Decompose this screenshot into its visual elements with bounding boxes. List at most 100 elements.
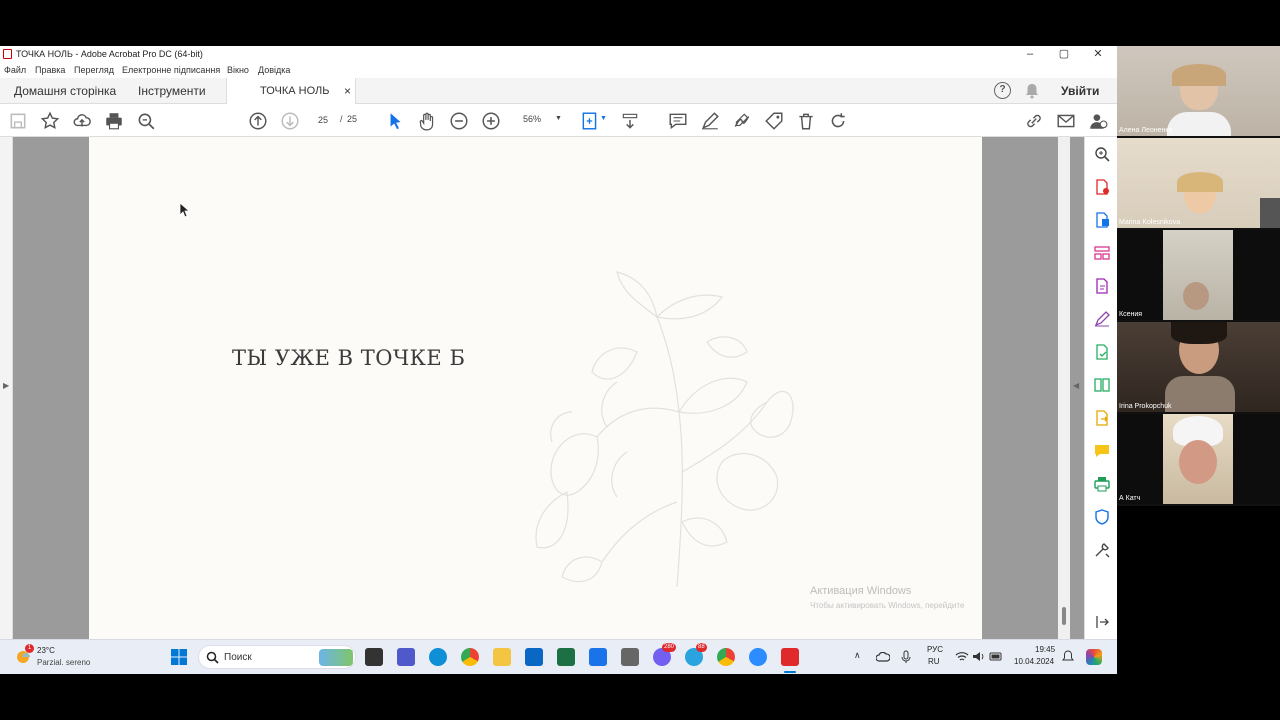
expand-left-panel-icon[interactable]: ▶ xyxy=(3,381,9,390)
participant-face xyxy=(1179,440,1217,484)
participant-shirt xyxy=(1167,112,1231,136)
microsoft-store-icon[interactable] xyxy=(525,648,543,666)
draw-sign-icon[interactable] xyxy=(732,111,752,131)
print-icon[interactable] xyxy=(104,111,124,131)
save-icon[interactable] xyxy=(8,111,28,131)
collapse-tools-icon[interactable] xyxy=(1093,613,1111,631)
participant-tile[interactable]: Ксения xyxy=(1117,230,1280,320)
microphone-icon[interactable] xyxy=(901,650,911,664)
sign-in-button[interactable]: Увійти xyxy=(1061,84,1099,98)
mouse-cursor-icon xyxy=(179,202,191,218)
comment-tool-icon[interactable] xyxy=(1093,442,1111,460)
copilot-icon[interactable] xyxy=(1086,649,1102,665)
menu-window[interactable]: Вікно xyxy=(227,65,249,75)
edge-browser-icon[interactable] xyxy=(429,648,447,666)
notes-app-icon[interactable] xyxy=(589,648,607,666)
participant-tile[interactable]: А Катч xyxy=(1117,414,1280,504)
zoom-in-icon[interactable] xyxy=(481,111,501,131)
file-explorer-icon[interactable] xyxy=(493,648,511,666)
menu-edit[interactable]: Правка xyxy=(35,65,65,75)
bookmark-star-icon[interactable] xyxy=(40,111,60,131)
delete-trash-icon[interactable] xyxy=(796,111,816,131)
maximize-button[interactable]: ▢ xyxy=(1047,46,1081,63)
rotate-icon[interactable] xyxy=(828,111,848,131)
left-panel-collapsed[interactable]: ▶ xyxy=(0,137,13,639)
highlight-pen-icon[interactable] xyxy=(700,111,720,131)
menu-file[interactable]: Файл xyxy=(4,65,26,75)
input-language-bottom[interactable]: RU xyxy=(928,657,940,666)
zoom-level-select[interactable]: 56% xyxy=(523,114,541,124)
compare-files-icon[interactable] xyxy=(1093,376,1111,394)
tab-document[interactable]: ТОЧКА НОЛЬ × xyxy=(226,78,356,104)
page-number-input[interactable]: 25 xyxy=(312,114,334,126)
wifi-icon[interactable] xyxy=(955,651,969,662)
participant-tile[interactable]: Marina Kolesnikova xyxy=(1117,138,1280,228)
tab-tools[interactable]: Інструменти xyxy=(138,78,206,104)
fit-dropdown-icon[interactable]: ▼ xyxy=(600,115,607,122)
hand-tool-icon[interactable] xyxy=(417,111,437,131)
zoom-search-tool-icon[interactable] xyxy=(1093,145,1111,163)
protect-shield-icon[interactable] xyxy=(1093,508,1111,526)
tray-overflow-icon[interactable]: ∧ xyxy=(854,650,861,661)
windows-start-icon[interactable] xyxy=(170,648,188,666)
close-window-button[interactable]: ✕ xyxy=(1081,46,1115,63)
participant-tile[interactable]: Алена Леоненко xyxy=(1117,46,1280,136)
acrobat-taskbar-icon[interactable] xyxy=(781,648,799,666)
scrollbar-thumb[interactable] xyxy=(1062,607,1066,625)
excel-icon[interactable] xyxy=(557,648,575,666)
scroll-mode-icon[interactable] xyxy=(620,111,640,131)
menu-view[interactable]: Перегляд xyxy=(74,65,114,75)
participant-name: А Катч xyxy=(1119,495,1141,502)
onedrive-cloud-icon[interactable] xyxy=(876,652,890,662)
notification-center-icon[interactable] xyxy=(1062,650,1074,664)
notification-bell-icon[interactable] xyxy=(1024,83,1040,99)
minimize-button[interactable]: – xyxy=(1013,46,1047,63)
organize-pages-icon[interactable] xyxy=(1093,244,1111,262)
collapse-right-panel-icon[interactable]: ◀ xyxy=(1073,381,1079,390)
stamp-tag-icon[interactable] xyxy=(764,111,784,131)
print-production-icon[interactable] xyxy=(1093,475,1111,493)
battery-icon[interactable] xyxy=(989,651,1003,662)
select-cursor-icon[interactable] xyxy=(385,111,405,131)
weather-widget[interactable]: 1 xyxy=(14,644,34,666)
chrome-profile-icon[interactable] xyxy=(717,648,735,666)
chrome-icon[interactable] xyxy=(461,648,479,666)
clock-time[interactable]: 19:45 xyxy=(1035,645,1055,654)
cloud-upload-icon[interactable] xyxy=(72,111,92,131)
next-page-icon[interactable] xyxy=(280,111,300,131)
menu-esign[interactable]: Електронне підписання xyxy=(122,65,220,75)
calculator-icon[interactable] xyxy=(621,648,639,666)
participant-name: Marina Kolesnikova xyxy=(1119,219,1181,226)
account-share-icon[interactable] xyxy=(1088,111,1108,131)
more-tools-icon[interactable] xyxy=(1093,541,1111,559)
zoom-out-icon[interactable] xyxy=(449,111,469,131)
fill-sign-icon[interactable] xyxy=(1093,310,1111,328)
email-icon[interactable] xyxy=(1056,111,1076,131)
export-to-file-icon[interactable] xyxy=(1093,409,1111,427)
menu-help[interactable]: Довідка xyxy=(258,65,290,75)
comment-icon[interactable] xyxy=(668,111,688,131)
send-for-signature-icon[interactable] xyxy=(1093,343,1111,361)
zoom-dropdown-icon[interactable]: ▼ xyxy=(555,115,562,122)
export-pdf-icon[interactable] xyxy=(1093,178,1111,196)
previous-page-icon[interactable] xyxy=(248,111,268,131)
participant-tile[interactable]: Irina Prokopchuk xyxy=(1117,322,1280,412)
vertical-scrollbar[interactable] xyxy=(1058,137,1070,639)
tab-close-button[interactable]: × xyxy=(344,78,351,104)
teams-icon[interactable] xyxy=(397,648,415,666)
clock-date[interactable]: 10.04.2024 xyxy=(1014,657,1054,666)
edit-pdf-icon[interactable] xyxy=(1093,277,1111,295)
taskbar-search-box[interactable]: Поиск xyxy=(198,645,356,669)
active-app-indicator xyxy=(784,671,796,673)
pdf-page[interactable]: ТЫ УЖЕ В ТОЧКЕ Б xyxy=(89,137,982,639)
task-view-icon[interactable] xyxy=(365,648,383,666)
fit-page-icon[interactable] xyxy=(580,111,600,131)
zoom-app-icon[interactable] xyxy=(749,648,767,666)
help-icon[interactable]: ? xyxy=(994,82,1011,99)
input-language-top[interactable]: РУС xyxy=(927,645,943,654)
search-zoom-icon[interactable] xyxy=(136,111,156,131)
tab-home[interactable]: Домашня сторінка xyxy=(14,78,116,104)
volume-icon[interactable] xyxy=(972,651,986,662)
create-pdf-icon[interactable] xyxy=(1093,211,1111,229)
share-link-icon[interactable] xyxy=(1024,111,1044,131)
